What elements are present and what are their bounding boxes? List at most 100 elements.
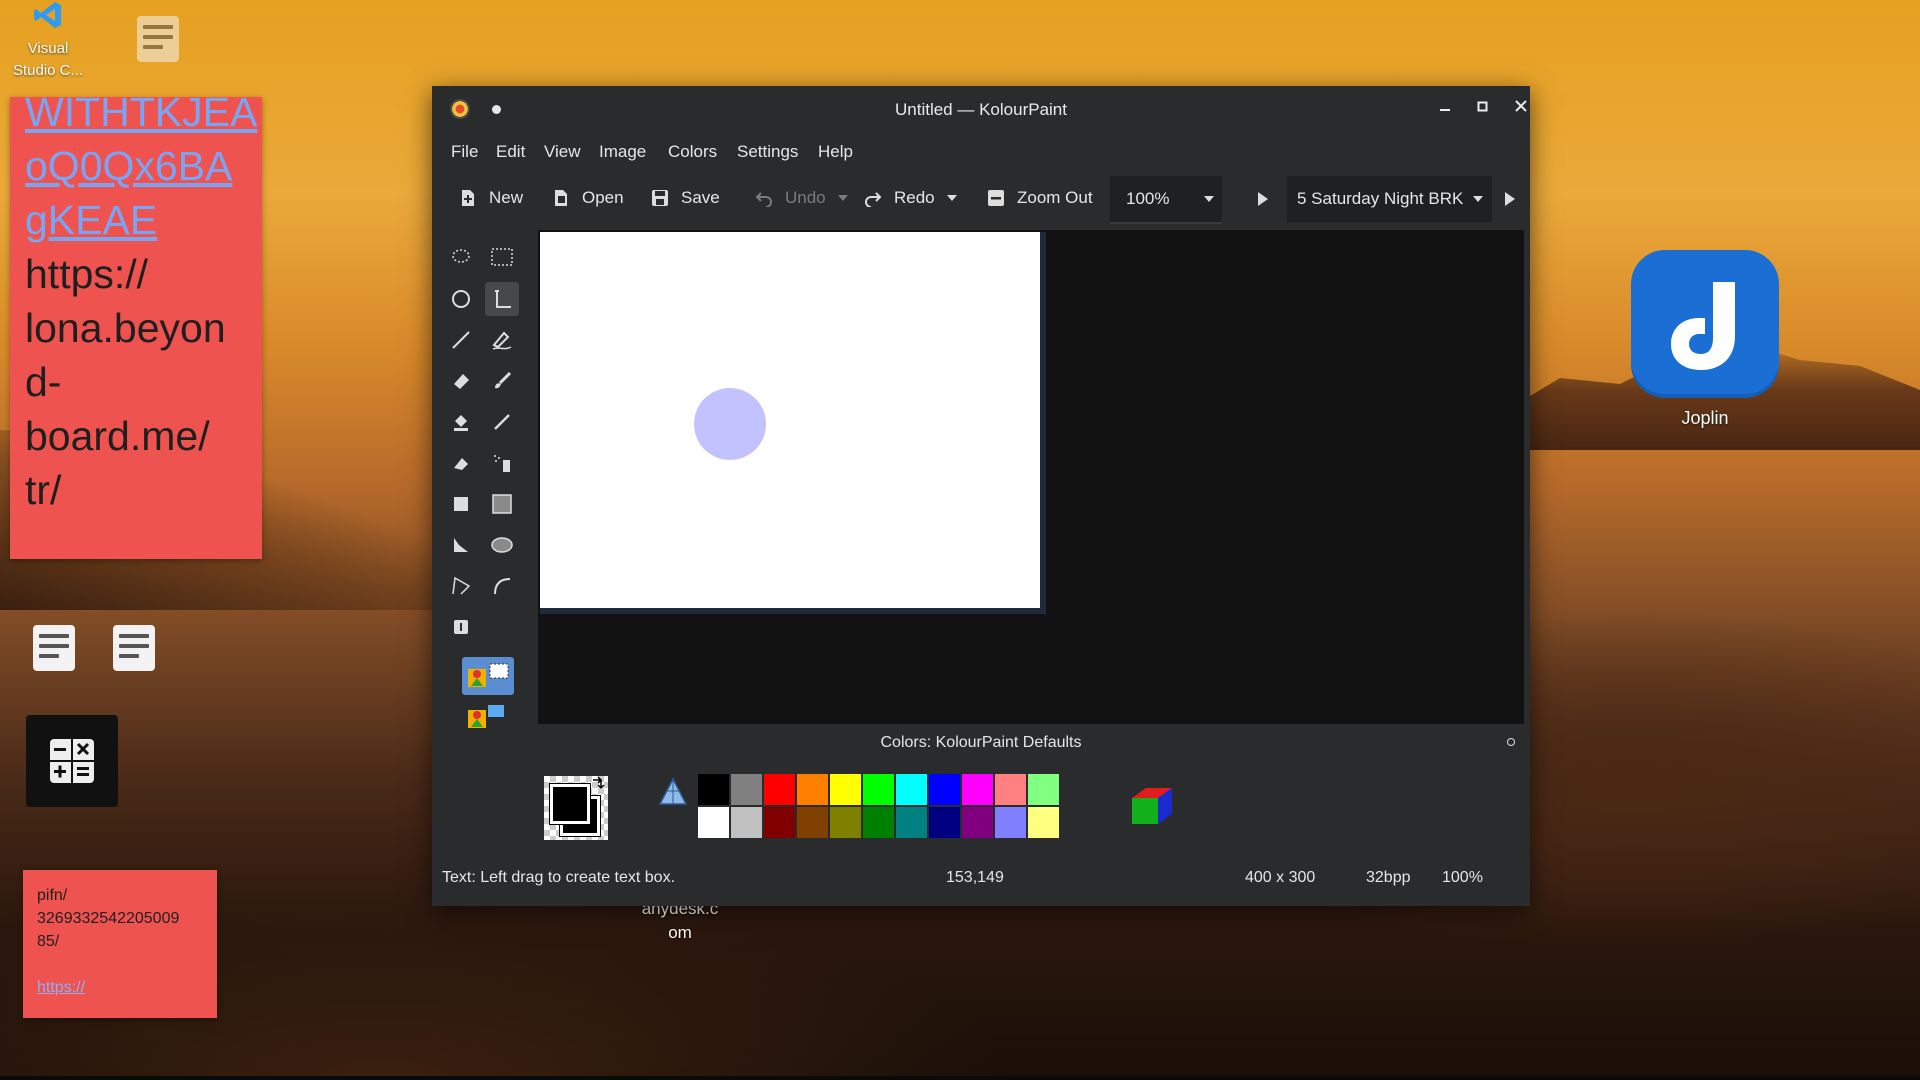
sticky-text-line: board.me/ [25,413,210,459]
foreground-color-swatch[interactable] [549,783,591,825]
undo-dropdown-icon[interactable] [837,195,848,201]
color-eraser-tool[interactable] [444,446,478,480]
minimize-button[interactable] [1432,96,1458,122]
zoom-tool[interactable] [444,610,478,644]
undo-button[interactable]: Undo [755,188,848,208]
palette-color-swatch[interactable] [830,774,861,805]
open-button[interactable]: Open [552,188,624,208]
menu-image[interactable]: Image [599,142,646,162]
palette-color-swatch[interactable] [995,807,1026,838]
sticky-text-line: pifn/ [37,887,68,904]
palette-color-swatch[interactable] [863,774,894,805]
palette-color-swatch[interactable] [962,774,993,805]
palette-color-swatch[interactable] [896,774,927,805]
palette-color-swatch[interactable] [797,774,828,805]
foreground-background-colors[interactable] [544,776,608,840]
drawing-canvas[interactable] [540,232,1046,614]
free-form-select-tool[interactable] [444,240,478,274]
sticky-link-line[interactable]: gKEAE [25,193,252,247]
calculator-icon [50,739,94,783]
title-bar[interactable]: Untitled — KolourPaint [432,86,1530,132]
undo-icon [755,192,772,207]
zoom-combo[interactable]: 100% [1110,176,1222,224]
sticky-note-top[interactable]: WITHTKJEA oQ0Qx6BA gKEAE https:// lona.b… [10,97,262,559]
palette-color-swatch[interactable] [863,807,894,838]
polygon-icon [454,538,468,552]
rect-select-tool[interactable] [485,240,519,274]
palette-color-swatch[interactable] [698,774,729,805]
sticky-link-line[interactable]: WITHTKJEA [25,97,257,139]
rounded-rectangle-tool[interactable] [485,487,519,521]
brush-tool[interactable] [485,364,519,398]
menu-colors[interactable]: Colors [668,142,717,162]
font-combo[interactable]: 5 Saturday Night BRK [1287,176,1492,222]
note-icon[interactable] [113,625,155,671]
menu-help[interactable]: Help [818,142,853,162]
text-tool[interactable] [485,282,519,316]
palette-color-swatch[interactable] [995,774,1026,805]
palette-color-swatch[interactable] [764,774,795,805]
palette-color-swatch[interactable] [830,807,861,838]
selection-opaque-option[interactable] [462,657,514,695]
flood-fill-tool[interactable] [444,405,478,439]
palette-color-swatch[interactable] [764,807,795,838]
text-tool-icon [495,290,511,308]
sticky-link[interactable]: https:// [37,976,209,999]
menu-settings[interactable]: Settings [737,142,798,162]
colorbox-options-icon[interactable] [1507,738,1515,746]
palette-color-swatch[interactable] [731,774,762,805]
curve-icon [494,578,511,595]
redo-dropdown-icon[interactable] [946,195,957,201]
transparent-color-button[interactable] [657,776,689,810]
polygon-tool[interactable] [444,528,478,562]
note-icon[interactable] [137,16,179,62]
calculator-desktop-icon[interactable] [26,715,118,807]
maximize-button[interactable] [1470,96,1496,122]
palette-color-swatch[interactable] [797,807,828,838]
palette-color-swatch[interactable] [1028,774,1059,805]
palette-color-swatch[interactable] [1028,807,1059,838]
menu-view[interactable]: View [544,142,581,162]
redo-button[interactable]: Redo [864,188,957,208]
sticky-link-line[interactable]: oQ0Qx6BA [25,139,252,193]
curve-tool[interactable] [485,569,519,603]
color-picker-tool[interactable] [485,405,519,439]
tool-box [440,232,526,744]
line-tool[interactable] [444,323,478,357]
menu-edit[interactable]: Edit [496,142,525,162]
canvas-scroll-area[interactable] [538,230,1524,724]
palette-color-swatch[interactable] [698,807,729,838]
note-icon[interactable] [33,625,75,671]
selection-transparent-option[interactable] [462,698,514,736]
palette-color-swatch[interactable] [731,807,762,838]
palette-color-swatch[interactable] [896,807,927,838]
line-icon [452,331,470,349]
palette-color-swatch[interactable] [929,774,960,805]
eraser-tool[interactable] [444,364,478,398]
rectangle-tool[interactable] [444,487,478,521]
palette-color-swatch[interactable] [929,807,960,838]
save-button[interactable]: Save [651,188,720,208]
toolbar-overflow-icon[interactable] [1505,192,1515,206]
status-color-depth: 32bpp [1366,869,1411,886]
color-palette [698,774,1061,840]
zoom-out-icon [988,190,1004,206]
pen-tool[interactable] [485,323,519,357]
new-button[interactable]: New [459,188,523,208]
transparent-color-icon [658,777,688,805]
close-button[interactable] [1508,96,1534,122]
vscode-desktop-icon[interactable]: Visual Studio C... [6,0,90,82]
spraycan-tool[interactable] [485,446,519,480]
play-icon[interactable] [1258,192,1268,206]
eyedropper-icon [494,414,510,430]
zoom-out-button[interactable]: Zoom Out [987,188,1093,208]
color-similarity-cube-icon[interactable] [1124,780,1180,836]
polyline-tool[interactable] [444,569,478,603]
palette-color-swatch[interactable] [962,807,993,838]
joplin-desktop-icon[interactable]: Joplin [1620,250,1790,429]
sticky-note-bottom[interactable]: pifn/ 3269332542205009 85/ https:// [23,870,217,1018]
menu-file[interactable]: File [451,142,478,162]
ellipse-select-tool[interactable] [444,282,478,316]
swap-colors-icon[interactable] [590,776,606,792]
ellipse-tool[interactable] [485,528,519,562]
